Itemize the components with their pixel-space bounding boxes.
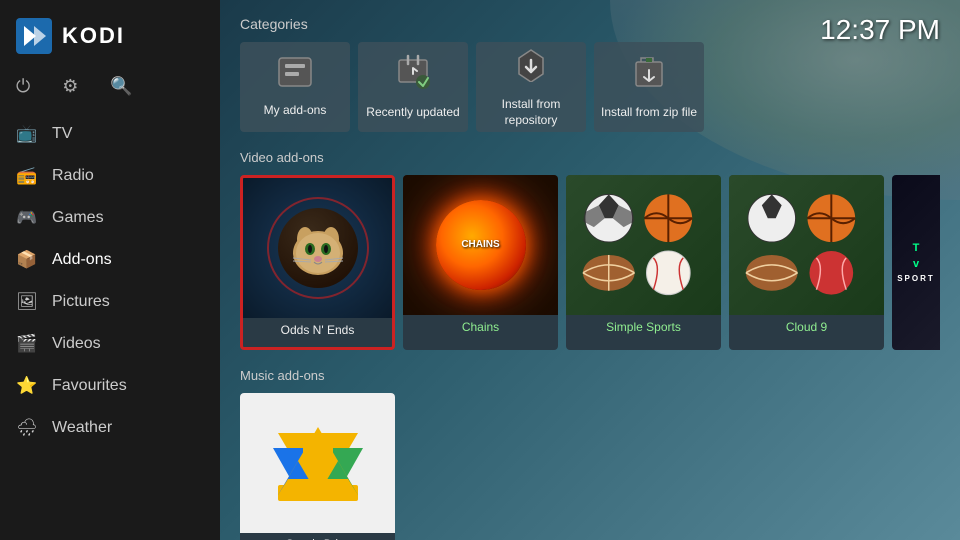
simple-sports-label: Simple Sports <box>566 315 721 339</box>
chains-label: Chains <box>403 315 558 339</box>
music-addons-row: Google Drive <box>240 393 940 540</box>
sidebar-item-videos[interactable]: 🎬 Videos <box>0 323 220 365</box>
sidebar-action-icons: ⏻ ⚙ 🔍 <box>0 68 220 113</box>
addon-chains[interactable]: CHAINS Chains <box>403 175 558 350</box>
simple-sports-thumb <box>566 175 721 315</box>
addon-simple-sports[interactable]: Simple Sports <box>566 175 721 350</box>
install-from-zip-label: Install from zip file <box>601 105 697 121</box>
my-addons-icon <box>277 56 313 95</box>
app-title: KODI <box>62 23 125 49</box>
time-display: 12:37 PM <box>820 14 940 46</box>
install-from-zip-icon <box>631 54 667 97</box>
odds-n-ends-thumb: ANOTHER F'IN ADDON <box>243 178 392 318</box>
sidebar-label-radio: Radio <box>52 167 94 185</box>
category-install-from-repo[interactable]: Install from repository <box>476 42 586 132</box>
kodi-logo-icon <box>16 18 52 54</box>
gdrive-thumb <box>240 393 395 533</box>
addons-icon: 📦 <box>16 250 38 270</box>
chains-fireball: CHAINS <box>436 200 526 290</box>
addon-odds-n-ends[interactable]: ANOTHER F'IN ADDON <box>240 175 395 350</box>
weather-icon: 🌧 <box>16 418 38 438</box>
odds-n-ends-label: Odds N' Ends <box>243 318 392 342</box>
video-addons-row: ANOTHER F'IN ADDON <box>240 175 940 350</box>
favourites-icon: ⭐ <box>16 376 38 396</box>
install-from-repo-icon <box>513 46 549 89</box>
scrollable-content[interactable]: Categories My add-ons <box>220 0 960 540</box>
sidebar-label-videos: Videos <box>52 335 101 353</box>
sidebar-item-addons[interactable]: 📦 Add-ons <box>0 239 220 281</box>
categories-row: My add-ons Recently updated <box>240 42 940 132</box>
tv-icon: 📺 <box>16 124 38 144</box>
pictures-icon: 🖼 <box>16 292 38 312</box>
sidebar-header: KODI <box>0 0 220 68</box>
videos-icon: 🎬 <box>16 334 38 354</box>
category-recently-updated[interactable]: Recently updated <box>358 42 468 132</box>
gdrive-label: Google Drive <box>240 533 395 540</box>
main-content-area: 12:37 PM Categories My add-ons <box>220 0 960 540</box>
music-addons-title: Music add-ons <box>240 368 940 383</box>
my-addons-label: My add-ons <box>264 103 327 119</box>
sidebar-item-pictures[interactable]: 🖼 Pictures <box>0 281 220 323</box>
sidebar-label-pictures: Pictures <box>52 293 110 311</box>
recently-updated-icon <box>395 54 431 97</box>
sidebar-nav: 📺 TV 📻 Radio 🎮 Games 📦 Add-ons 🖼 Picture… <box>0 113 220 540</box>
sidebar-item-favourites[interactable]: ⭐ Favourites <box>0 365 220 407</box>
sidebar-item-weather[interactable]: 🌧 Weather <box>0 407 220 449</box>
radio-icon: 📻 <box>16 166 38 186</box>
chains-thumb: CHAINS <box>403 175 558 315</box>
addon-gdrive[interactable]: Google Drive <box>240 393 395 540</box>
sidebar-label-tv: TV <box>52 125 72 143</box>
sidebar-label-addons: Add-ons <box>52 251 112 269</box>
sidebar-label-games: Games <box>52 209 104 227</box>
cloud-9-thumb <box>729 175 884 315</box>
install-from-repo-label: Install from repository <box>476 97 586 128</box>
power-icon[interactable]: ⏻ <box>16 76 30 97</box>
sidebar-item-games[interactable]: 🎮 Games <box>0 197 220 239</box>
category-my-addons[interactable]: My add-ons <box>240 42 350 132</box>
games-icon: 🎮 <box>16 208 38 228</box>
settings-icon[interactable]: ⚙ <box>62 76 78 97</box>
addon-tv-sport-partial[interactable]: T v SPORT <box>892 175 940 350</box>
sidebar-item-tv[interactable]: 📺 TV <box>0 113 220 155</box>
sidebar: KODI ⏻ ⚙ 🔍 📺 TV 📻 Radio 🎮 Games 📦 Add-on… <box>0 0 220 540</box>
sidebar-item-radio[interactable]: 📻 Radio <box>0 155 220 197</box>
sidebar-label-favourites: Favourites <box>52 377 127 395</box>
search-icon[interactable]: 🔍 <box>110 76 132 97</box>
sidebar-label-weather: Weather <box>52 419 112 437</box>
addon-cloud-9[interactable]: Cloud 9 <box>729 175 884 350</box>
video-addons-title: Video add-ons <box>240 150 940 165</box>
cloud-9-label: Cloud 9 <box>729 315 884 339</box>
recently-updated-label: Recently updated <box>366 105 459 121</box>
category-install-from-zip[interactable]: Install from zip file <box>594 42 704 132</box>
